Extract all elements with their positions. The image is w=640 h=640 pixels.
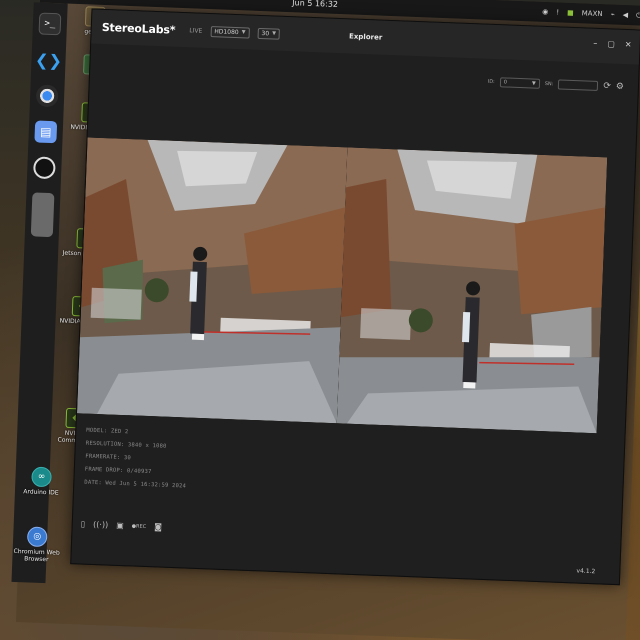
- camera-id-value: 0: [503, 79, 508, 86]
- info-tray-icon[interactable]: !: [556, 8, 559, 16]
- sn-label: SN:: [544, 80, 554, 88]
- info-resolution: RESOLUTION: 3840 x 1080: [85, 440, 167, 450]
- stereo-video-view[interactable]: [77, 137, 608, 434]
- info-model: MODEL: ZED 2: [86, 427, 129, 436]
- active-app-icon[interactable]: [30, 192, 55, 238]
- notes-icon[interactable]: ▤: [34, 120, 58, 144]
- settings-gear-icon[interactable]: ⚙: [616, 82, 624, 92]
- bottom-toolbar: ▯ ((·)) ▣ ●REC ◙: [81, 519, 163, 531]
- chevron-down-icon: ▼: [531, 80, 536, 87]
- svo-icon[interactable]: ▣: [116, 521, 124, 530]
- resolution-select[interactable]: HD1080 ▼: [210, 25, 250, 39]
- desktop-shortcut-chromium[interactable]: ◎ Chromium Web Browser: [12, 526, 61, 564]
- chrome-tray-icon[interactable]: ◉: [542, 8, 548, 16]
- system-tray[interactable]: ◉ ! ■ MAXN ⌁ ◀ ⏻: [542, 7, 640, 20]
- chromium-icon: ◎: [26, 526, 48, 548]
- obs-icon[interactable]: [32, 156, 56, 180]
- terminal-icon[interactable]: >_: [38, 12, 62, 36]
- info-date: DATE: Wed Jun 5 16:32:59 2024: [84, 479, 187, 490]
- volume-icon[interactable]: ◀: [623, 11, 629, 19]
- camera-toolbar: ID: 0 ▼ SN: ⟳ ⚙: [487, 77, 624, 92]
- version-label: v4.1.2: [576, 567, 596, 576]
- left-camera-image: [77, 137, 348, 424]
- shortcut-label: Arduino IDE: [23, 488, 59, 497]
- monitor-screen: Jun 5 16:32 ◉ ! ■ MAXN ⌁ ◀ ⏻ >_ ❮❯ ▤ ▭ g…: [11, 0, 640, 640]
- stream-icon[interactable]: ((·)): [93, 520, 108, 530]
- window-controls: – ▢ ✕: [593, 39, 632, 49]
- fps-select[interactable]: 30 ▼: [257, 27, 281, 40]
- minimize-icon[interactable]: –: [593, 39, 597, 48]
- camera-id-select[interactable]: 0 ▼: [499, 77, 540, 89]
- info-framerate: FRAMERATE: 30: [85, 453, 132, 462]
- nvidia-tray-icon[interactable]: ■: [567, 9, 574, 17]
- serial-number-field[interactable]: [558, 79, 599, 92]
- chevron-down-icon: ▼: [241, 29, 246, 36]
- right-camera-image: [336, 147, 608, 434]
- resolution-select-value: HD1080: [214, 27, 239, 36]
- close-icon[interactable]: ✕: [625, 40, 632, 49]
- record-icon[interactable]: ●REC: [132, 523, 147, 530]
- maximize-icon[interactable]: ▢: [607, 39, 615, 48]
- clock[interactable]: Jun 5 16:32: [292, 0, 338, 8]
- chevron-down-icon: ▼: [272, 30, 277, 37]
- chrome-icon[interactable]: [35, 84, 59, 108]
- info-frame-drop: FRAME DROP: 0/40937: [84, 466, 152, 476]
- network-icon[interactable]: ⌁: [610, 10, 615, 18]
- fps-select-value: 30: [261, 29, 270, 37]
- id-label: ID:: [487, 78, 495, 86]
- desktop-shortcut-arduino[interactable]: ∞ Arduino IDE: [17, 466, 66, 497]
- folder-icon[interactable]: ▯: [81, 519, 86, 528]
- window-title: Explorer: [348, 32, 383, 42]
- camera-snapshot-icon[interactable]: ◙: [154, 522, 162, 531]
- shortcut-label: Chromium Web Browser: [13, 547, 60, 564]
- power-mode-label[interactable]: MAXN: [582, 9, 603, 18]
- arduino-icon: ∞: [31, 466, 52, 488]
- live-mode-label[interactable]: LIVE: [189, 27, 202, 34]
- refresh-icon[interactable]: ⟳: [603, 81, 611, 91]
- zed-explorer-window: StereoLabs* LIVE HD1080 ▼ 30 ▼ Explorer …: [70, 8, 640, 586]
- brand-logo: StereoLabs*: [101, 20, 176, 37]
- vscode-icon[interactable]: ❮❯: [35, 48, 62, 72]
- camera-info-panel: MODEL: ZED 2 RESOLUTION: 3840 x 1080 FRA…: [84, 428, 188, 490]
- power-icon[interactable]: ⏻: [636, 11, 640, 20]
